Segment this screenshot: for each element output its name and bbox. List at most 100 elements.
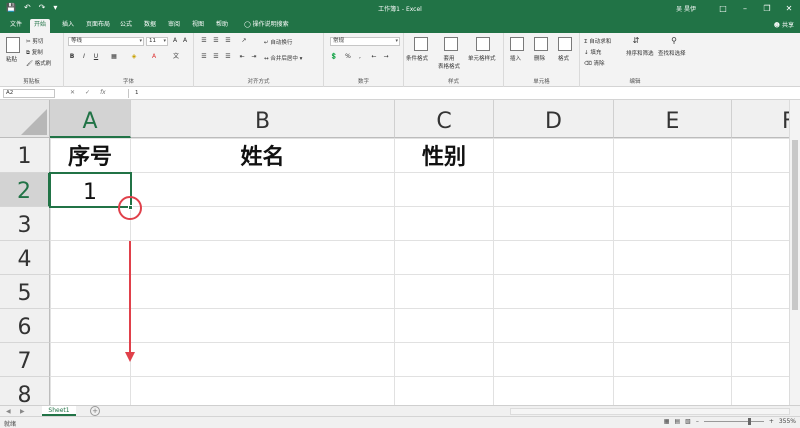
cell-a1[interactable]: 序号 [50,140,131,173]
font-size-select[interactable]: 11 ▾ [146,37,168,46]
insert-cells-label[interactable]: 插入 [510,54,521,62]
format-cells-icon[interactable] [558,37,572,51]
phonetic-icon[interactable]: 文 [172,53,180,61]
cut-button[interactable]: ✂ 剪切 [26,37,43,45]
row-header-8[interactable]: 8 [0,377,50,405]
column-header-c[interactable]: C [395,100,494,138]
fill-button[interactable]: ↓ 填充 [584,48,601,56]
share-button[interactable]: ☻ 共享 [774,20,794,29]
tab-insert[interactable]: 插入 [58,19,78,33]
comma-style-icon[interactable]: , [356,53,364,61]
column-header-b[interactable]: B [131,100,395,138]
restore-icon[interactable]: ❐ [756,0,778,17]
merge-center-button[interactable]: ↔ 合并后居中 ▾ [264,54,302,62]
search-icon[interactable]: ⚲ [670,37,678,45]
autosum-button[interactable]: Σ 自动求和 [584,37,611,45]
tab-page-layout[interactable]: 页面布局 [82,19,114,33]
format-as-table-icon[interactable] [444,37,458,51]
font-name-select[interactable]: 等线 ▾ [68,37,144,46]
zoom-out-icon[interactable]: – [696,418,699,425]
row-header-1[interactable]: 1 [0,138,50,173]
tab-formulas[interactable]: 公式 [116,19,136,33]
column-header-e[interactable]: E [614,100,732,138]
conditional-formatting-icon[interactable] [414,37,428,51]
tab-home[interactable]: 开始 [30,19,51,33]
tab-help[interactable]: 帮助 [212,19,232,33]
row-header-3[interactable]: 3 [0,207,50,241]
format-cells-label[interactable]: 格式 [558,54,569,62]
font-color-icon[interactable]: A [150,53,158,61]
wrap-text-button[interactable]: ↵ 自动换行 [264,38,292,46]
row-header-7[interactable]: 7 [0,343,50,377]
cell-styles-label[interactable]: 单元格样式 [468,54,496,62]
percent-icon[interactable]: % [344,53,352,61]
decrease-indent-icon[interactable]: ⇤ [238,53,246,61]
minimize-icon[interactable]: – [734,0,756,17]
paste-label[interactable]: 粘贴 [6,55,17,63]
sort-filter-label[interactable]: 排序和筛选 [626,49,654,57]
align-top-icon[interactable]: ☰ [200,37,208,45]
normal-view-icon[interactable]: ▦ [664,418,670,425]
paste-icon[interactable] [6,37,20,53]
page-layout-view-icon[interactable]: ▤ [674,418,680,425]
user-name[interactable]: 吴 昊伊 [676,4,696,13]
tab-data[interactable]: 数据 [140,19,160,33]
format-painter-button[interactable]: 🖌 格式刷 [26,59,51,67]
close-icon[interactable]: ✕ [778,0,800,17]
row-header-6[interactable]: 6 [0,309,50,343]
conditional-formatting-label[interactable]: 条件格式 [406,54,428,62]
fill-color-icon[interactable]: ◈ [130,53,138,61]
cell-styles-icon[interactable] [476,37,490,51]
column-header-a[interactable]: A [50,100,131,138]
align-bottom-icon[interactable]: ☰ [224,37,232,45]
zoom-slider-thumb[interactable] [747,418,751,425]
page-break-view-icon[interactable]: ▧ [685,418,691,425]
cell-b1[interactable]: 姓名 [131,140,395,173]
decrease-font-icon[interactable]: A [181,37,189,45]
zoom-in-icon[interactable]: + [769,418,774,425]
column-header-d[interactable]: D [494,100,614,138]
bold-button[interactable]: B [68,53,76,61]
row-header-4[interactable]: 4 [0,241,50,275]
select-all-corner[interactable] [0,100,50,138]
ribbon-display-icon[interactable]: □ [712,0,734,17]
decrease-decimal-icon[interactable]: → [382,53,390,61]
row-header-2[interactable]: 2 [0,173,50,207]
italic-button[interactable]: I [80,53,88,61]
currency-icon[interactable]: 💲 [330,53,338,61]
add-sheet-icon[interactable]: + [90,406,100,416]
row-header-5[interactable]: 5 [0,275,50,309]
vertical-scrollbar[interactable] [789,100,800,405]
cell-c1[interactable]: 性别 [395,140,494,173]
zoom-level[interactable]: 355% [779,418,796,425]
increase-font-icon[interactable]: A [171,37,179,45]
sheet-tab-sheet1[interactable]: Sheet1 [42,406,76,416]
tell-me-search[interactable]: ◯ 操作说明搜索 [240,19,293,33]
increase-decimal-icon[interactable]: ← [370,53,378,61]
tab-view[interactable]: 视图 [188,19,208,33]
tab-review[interactable]: 审阅 [164,19,184,33]
insert-function-icon[interactable]: fx [100,89,106,96]
orientation-icon[interactable]: ↗ [240,37,248,45]
format-as-table-label[interactable]: 套用 表格格式 [438,54,460,70]
horizontal-scrollbar[interactable] [510,408,790,415]
align-middle-icon[interactable]: ☰ [212,37,220,45]
formula-input[interactable]: 1 [128,89,792,98]
zoom-slider[interactable] [703,418,764,425]
find-select-label[interactable]: 查找和选择 [658,49,686,57]
sort-filter-icon[interactable]: ⇵ [632,37,640,45]
borders-icon[interactable]: ▦ [110,53,118,61]
delete-cells-label[interactable]: 删除 [534,54,545,62]
name-box[interactable]: A2 [3,89,55,98]
tab-file[interactable]: 文件 [6,19,26,33]
align-center-icon[interactable]: ☰ [212,53,220,61]
underline-button[interactable]: U [92,53,100,61]
copy-button[interactable]: ⧉ 复制 [26,48,43,57]
increase-indent-icon[interactable]: ⇥ [250,53,258,61]
align-left-icon[interactable]: ☰ [200,53,208,61]
align-right-icon[interactable]: ☰ [224,53,232,61]
cancel-entry-icon[interactable]: ✕ [70,89,75,96]
clear-button[interactable]: ⌫ 清除 [584,59,605,67]
delete-cells-icon[interactable] [534,37,548,51]
worksheet-grid[interactable]: A B C D E F 1 2 3 4 5 6 7 8 序号 姓名 性别 1 [0,100,800,405]
